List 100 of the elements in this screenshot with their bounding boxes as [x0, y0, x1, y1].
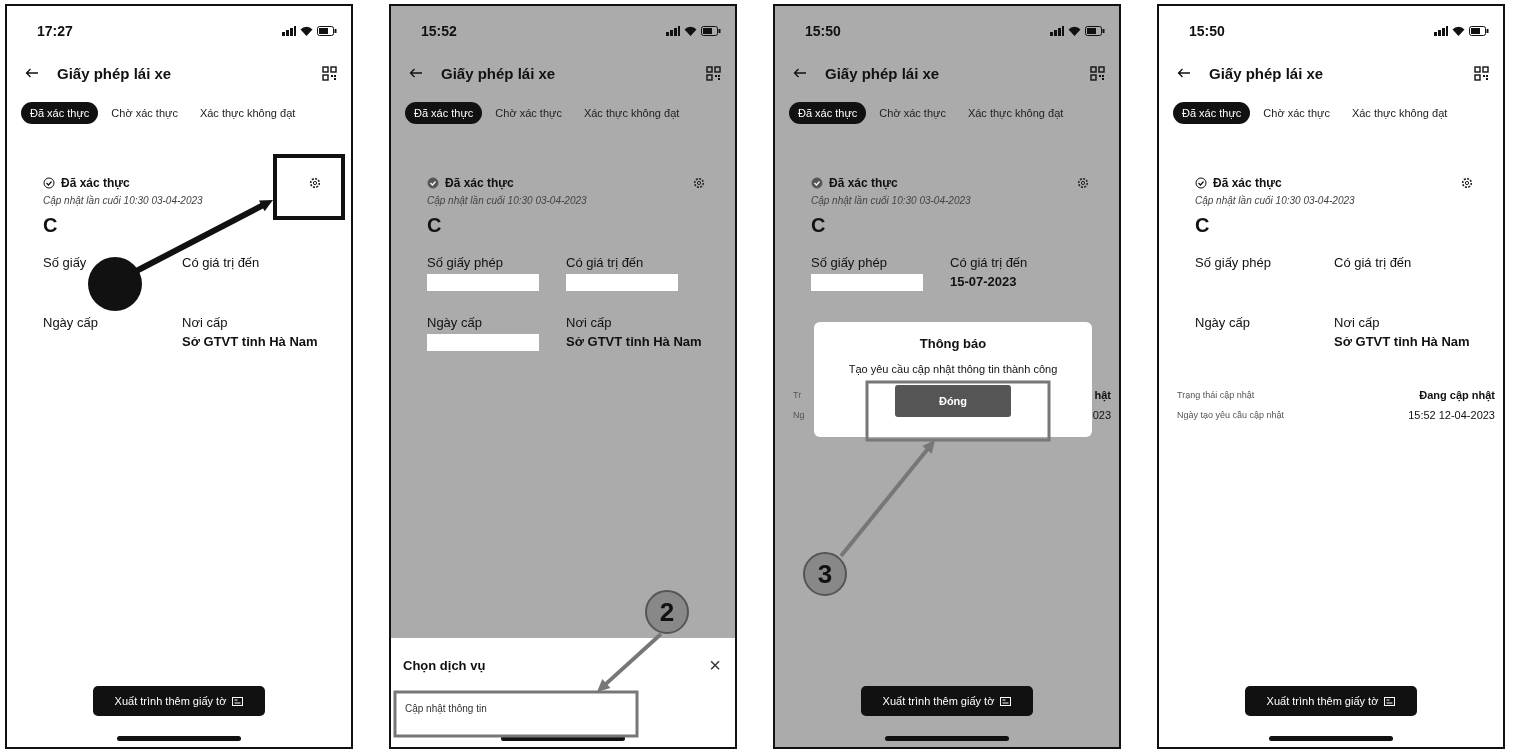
highlight-frame: [273, 154, 345, 220]
field-value: 15-07-2023: [950, 274, 1018, 291]
check-circle-icon: [43, 177, 55, 189]
dialog-message: Tạo yêu cầu cập nhật thông tin thành công: [848, 363, 1058, 375]
id-card-icon: [232, 696, 244, 706]
filter-tab[interactable]: Xác thực không đạt: [958, 102, 1073, 124]
filter-tab[interactable]: Chờ xác thực: [102, 102, 187, 124]
status-time: 15:50: [1189, 23, 1225, 39]
update-label: Ng: [793, 410, 805, 420]
last-updated-text: Cập nhật lần cuối 10:30 03-04-2023: [811, 195, 972, 206]
qr-code-icon[interactable]: [1474, 65, 1489, 81]
close-button[interactable]: ×: [709, 654, 721, 677]
sheet-title: Chọn dịch vụ: [403, 658, 486, 673]
field-label: Nơi cấp: [1334, 315, 1381, 330]
check-circle-icon: [811, 177, 823, 189]
verification-status: Đã xác thực: [1213, 176, 1283, 190]
verification-status: Đã xác thực: [445, 176, 515, 190]
settings-icon[interactable]: [693, 177, 705, 189]
settings-icon[interactable]: [1077, 177, 1089, 189]
back-icon[interactable]: [793, 68, 807, 78]
license-class: C: [427, 214, 443, 237]
wifi-icon: [1452, 26, 1465, 36]
battery-icon: [317, 26, 337, 36]
field-value: Sở GTVT tỉnh Hà Nam: [182, 334, 319, 351]
field-label: Ngày cấp: [1195, 315, 1251, 330]
step-number-badge: 3: [803, 552, 847, 596]
field-label: Số giấy phép: [1195, 255, 1272, 270]
field-label: Ngày cấp: [43, 315, 99, 330]
filter-tab[interactable]: Chờ xác thực: [1254, 102, 1339, 124]
id-card-icon: [1000, 696, 1012, 706]
filter-tab[interactable]: Chờ xác thực: [486, 102, 571, 124]
filter-tab[interactable]: Xác thực không đạt: [190, 102, 305, 124]
signal-icon: [1050, 26, 1064, 36]
verification-status: Đã xác thực: [61, 176, 131, 190]
wifi-icon: [684, 26, 697, 36]
filter-tab[interactable]: Đã xác thực: [1173, 102, 1251, 124]
update-label: Trạng thái cập nhật: [1177, 390, 1255, 400]
marker-dot: [88, 257, 142, 311]
dialog-title: Thông báo: [919, 336, 987, 351]
field-value: Sở GTVT tỉnh Hà Nam: [1334, 334, 1471, 351]
filter-tab[interactable]: Đã xác thực: [789, 102, 867, 124]
check-circle-icon: [1195, 177, 1207, 189]
status-time: 17:27: [37, 23, 73, 39]
field-value: Sở GTVT tỉnh Hà Nam: [566, 334, 703, 351]
filter-tab[interactable]: Đã xác thực: [405, 102, 483, 124]
back-icon[interactable]: [1177, 68, 1191, 78]
last-updated-text: Cập nhật lần cuối 10:30 03-04-2023: [1195, 195, 1356, 206]
qr-code-icon[interactable]: [322, 65, 337, 81]
back-icon[interactable]: [409, 68, 423, 78]
field-label: Số giấy phép: [427, 255, 504, 270]
field-label: Có giá trị đến: [950, 255, 1029, 270]
update-value: Đang cập nhật: [1419, 389, 1495, 401]
field-label: Ngày cấp: [427, 315, 483, 330]
filter-tab[interactable]: Xác thực không đạt: [1342, 102, 1457, 124]
step-number-badge: 2: [645, 590, 689, 634]
update-label: Tr: [793, 390, 802, 400]
signal-icon: [666, 26, 680, 36]
update-value: 15:52 12-04-2023: [1408, 409, 1495, 421]
field-label: Nơi cấp: [182, 315, 229, 330]
battery-icon: [1469, 26, 1489, 36]
field-label: Số giấy phép: [811, 255, 888, 270]
field-label: Nơi cấp: [566, 315, 613, 330]
update-value: 023: [1092, 409, 1111, 421]
qr-code-icon[interactable]: [1090, 65, 1105, 81]
field-label: Có giá trị đến: [1334, 255, 1413, 270]
settings-icon[interactable]: [309, 177, 321, 189]
license-class: C: [1195, 214, 1211, 237]
screen-title: Giấy phép lái xe: [57, 64, 173, 82]
annotation-arrow: [597, 632, 663, 692]
id-card-icon: [1384, 696, 1396, 706]
settings-icon[interactable]: [1461, 177, 1473, 189]
field-label: Có giá trị đến: [182, 255, 261, 270]
filter-tab[interactable]: Đã xác thực: [21, 102, 99, 124]
update-label: Ngày tạo yêu cầu cập nhật: [1177, 410, 1285, 420]
verification-status: Đã xác thực: [829, 176, 899, 190]
back-icon[interactable]: [25, 68, 39, 78]
field-label: Số giấy: [43, 255, 88, 270]
wifi-icon: [1068, 26, 1081, 36]
battery-icon: [701, 26, 721, 36]
wifi-icon: [300, 26, 313, 36]
license-class: C: [43, 214, 59, 237]
signal-icon: [1434, 26, 1448, 36]
filter-tab[interactable]: Xác thực không đạt: [574, 102, 689, 124]
present-documents-button[interactable]: Xuất trình thêm giấy tờ: [860, 686, 1034, 716]
signal-icon: [282, 26, 296, 36]
status-time: 15:52: [421, 23, 457, 39]
battery-icon: [1085, 26, 1105, 36]
screen-title: Giấy phép lái xe: [441, 64, 557, 82]
filter-tab[interactable]: Chờ xác thực: [870, 102, 955, 124]
check-circle-icon: [427, 177, 439, 189]
present-documents-button[interactable]: Xuất trình thêm giấy tờ: [1244, 686, 1418, 716]
update-value: hật: [1094, 389, 1111, 401]
license-class: C: [811, 214, 827, 237]
status-time: 15:50: [805, 23, 841, 39]
screen-title: Giấy phép lái xe: [825, 64, 941, 82]
qr-code-icon[interactable]: [706, 65, 721, 81]
last-updated-text: Cập nhật lần cuối 10:30 03-04-2023: [43, 195, 204, 206]
present-documents-button[interactable]: Xuất trình thêm giấy tờ: [92, 686, 266, 716]
close-button[interactable]: Đóng: [895, 385, 1011, 417]
field-label: Có giá trị đến: [566, 255, 645, 270]
